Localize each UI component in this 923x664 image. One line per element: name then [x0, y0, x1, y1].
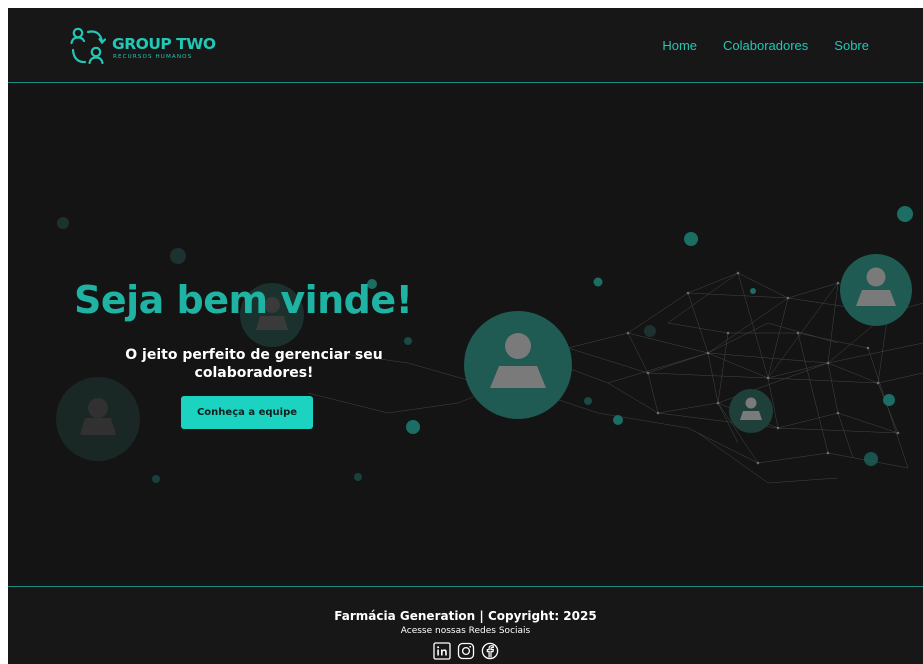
- group-logo-icon: [70, 27, 107, 65]
- app-frame: GROUP TWO RECURSOS HUMANOS Home Colabora…: [8, 8, 923, 664]
- instagram-icon[interactable]: [457, 642, 475, 660]
- site-footer: Farmácia Generation | Copyright: 2025 Ac…: [8, 586, 923, 664]
- brand-tagline: RECURSOS HUMANOS: [113, 54, 193, 60]
- hero-section: Seja bem vinde! O jeito perfeito de gere…: [8, 83, 923, 585]
- brand-logo[interactable]: GROUP TWO RECURSOS HUMANOS: [70, 26, 230, 66]
- linkedin-icon[interactable]: [432, 642, 451, 660]
- hero-subtitle: O jeito perfeito de gerenciar seu colabo…: [125, 347, 383, 381]
- facebook-icon[interactable]: [481, 642, 499, 660]
- social-links: [8, 642, 923, 660]
- site-header: GROUP TWO RECURSOS HUMANOS Home Colabora…: [8, 8, 923, 83]
- footer-copyright: Farmácia Generation | Copyright: 2025: [334, 609, 597, 623]
- network-background-illustration: [56, 206, 923, 484]
- footer-social-label: Acesse nossas Redes Sociais: [400, 626, 531, 636]
- avatar-bubble-large: [464, 311, 572, 419]
- meet-team-button[interactable]: Conheça a equipe: [181, 396, 313, 429]
- hero-title: Seja bem vinde!: [74, 278, 413, 322]
- nav-item-home[interactable]: Home: [662, 38, 697, 53]
- main-nav: Home Colaboradores Sobre: [662, 38, 869, 53]
- nav-item-sobre[interactable]: Sobre: [834, 38, 869, 53]
- nav-item-colaboradores[interactable]: Colaboradores: [723, 38, 808, 53]
- brand-name: GROUP TWO: [112, 35, 216, 53]
